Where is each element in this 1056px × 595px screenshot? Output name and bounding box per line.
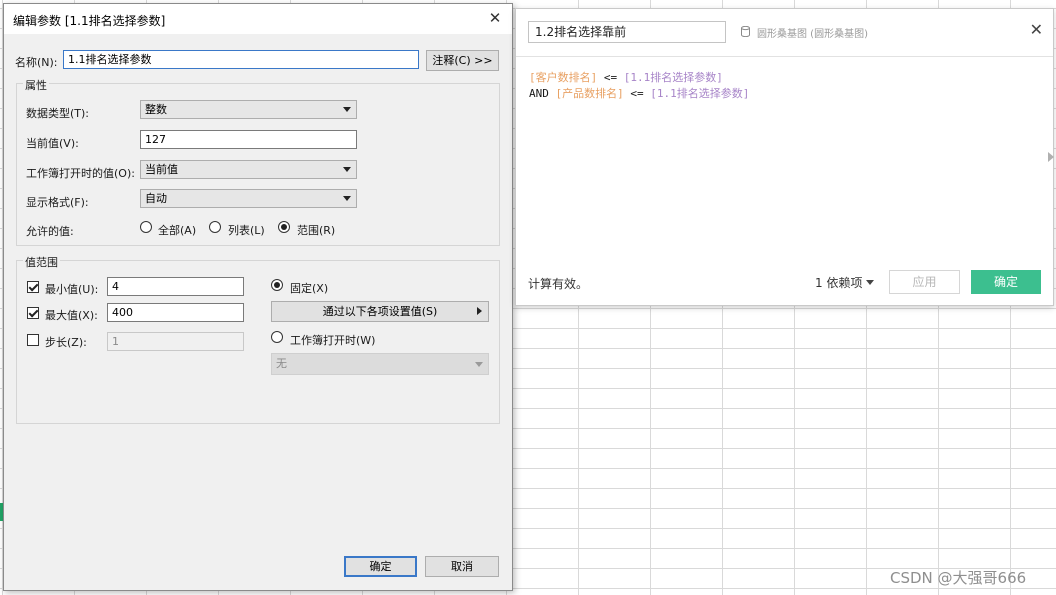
min-value-input[interactable]: 4 [107,277,244,296]
dialog-title: 编辑参数 [1.1排名选择参数] [13,14,166,28]
set-from-parameter-label: 通过以下各项设置值(S) [322,305,438,318]
data-type-label: 数据类型(T): [26,107,90,120]
apply-button[interactable]: 应用 [889,270,960,294]
formula-parameter: [1.1排名选择参数] [623,71,723,84]
current-value-label: 当前值(V): [26,137,79,150]
workbook-open-radio-label[interactable]: 工作簿打开时(W) [290,332,375,348]
allowable-range-label[interactable]: 范围(R) [297,222,335,238]
formula-field: [产品数排名] [555,87,624,100]
calculation-name-input[interactable]: 1.2排名选择靠前 [528,21,726,43]
display-format-label: 显示格式(F): [26,196,89,209]
chevron-down-icon [343,107,351,112]
allowable-list-label[interactable]: 列表(L) [228,222,265,238]
formula-parameter: [1.1排名选择参数] [650,87,750,100]
current-value-input[interactable]: 127 [140,130,357,149]
calc-ok-button[interactable]: 确定 [971,270,1041,294]
close-icon[interactable]: ✕ [486,9,504,27]
workbook-open-value-label: 工作簿打开时的值(O): [26,167,135,180]
workbook-open-field-select[interactable]: 无 [271,353,489,375]
dependencies-label: 1 依赖项 [815,276,863,290]
step-size-checkbox[interactable] [27,334,39,346]
data-type-value: 整数 [145,103,167,116]
set-from-parameter-button[interactable]: 通过以下各项设置值(S) [271,301,489,322]
formula-keyword: AND [529,87,556,100]
name-input[interactable]: 1.1排名选择参数 [63,50,419,69]
workbook-open-radio[interactable] [271,331,283,343]
max-value-label: 最大值(X): [45,309,98,322]
data-type-select[interactable]: 整数 [140,100,357,119]
divider [516,56,1053,57]
edit-parameter-dialog: 编辑参数 [1.1排名选择参数] ✕ 名称(N): 1.1排名选择参数 注释(C… [3,3,513,591]
ok-button[interactable]: 确定 [344,556,417,577]
dialog-titlebar: 编辑参数 [1.1排名选择参数] ✕ [4,4,512,34]
max-value-input[interactable]: 400 [107,303,244,322]
workbook-open-value: 当前值 [145,163,178,176]
workbook-open-field-value: 无 [276,357,287,370]
watermark-text: CSDN @大强哥666 [890,569,1027,587]
display-format-select[interactable]: 自动 [140,189,357,208]
min-value-checkbox[interactable] [27,281,39,293]
chevron-down-icon [343,196,351,201]
allowable-all-radio[interactable] [140,221,152,233]
fixed-label[interactable]: 固定(X) [290,280,328,296]
workbook-open-value-select[interactable]: 当前值 [140,160,357,179]
fixed-radio[interactable] [271,279,283,291]
cancel-button[interactable]: 取消 [425,556,499,577]
step-size-label: 步长(Z): [45,336,87,349]
calculation-status: 计算有效。 [528,277,589,291]
name-label-text: 名称 [15,56,37,69]
close-icon[interactable]: ✕ [1030,21,1043,39]
formula-line-2[interactable]: AND [产品数排名] <= [1.1排名选择参数] [529,85,749,101]
range-group-title: 值范围 [23,254,60,270]
formula-operator: <= [623,87,651,100]
expand-panel-icon[interactable] [1048,152,1054,162]
dependencies-dropdown[interactable]: 1 依赖项 [815,274,875,291]
allowable-list-radio[interactable] [209,221,221,233]
allowable-all-label[interactable]: 全部(A) [158,222,196,238]
database-icon [741,26,750,37]
chevron-down-icon [866,280,875,285]
formula-operator: <= [597,71,624,84]
chevron-right-icon [477,307,482,315]
datasource-label: 圆形桑基图 (圆形桑基图) [757,29,868,40]
max-value-checkbox[interactable] [27,307,39,319]
name-label-key: (N): [37,56,58,69]
allowable-range-radio[interactable] [278,221,290,233]
chevron-down-icon [343,167,351,172]
properties-group-title: 属性 [23,77,49,93]
formula-field: [客户数排名] [529,71,598,84]
comment-button[interactable]: 注释(C) >> [426,50,499,71]
min-value-label: 最小值(U): [45,283,99,296]
step-size-input[interactable]: 1 [107,332,244,351]
allowable-values-label: 允许的值: [26,225,74,238]
chevron-down-icon [475,362,483,367]
name-label: 名称(N): [15,54,58,70]
display-format-value: 自动 [145,192,167,205]
formula-line-1[interactable]: [客户数排名] <= [1.1排名选择参数] [529,69,723,85]
calculation-editor-panel: 1.2排名选择靠前 圆形桑基图 (圆形桑基图) ✕ [客户数排名] <= [1.… [515,8,1054,306]
